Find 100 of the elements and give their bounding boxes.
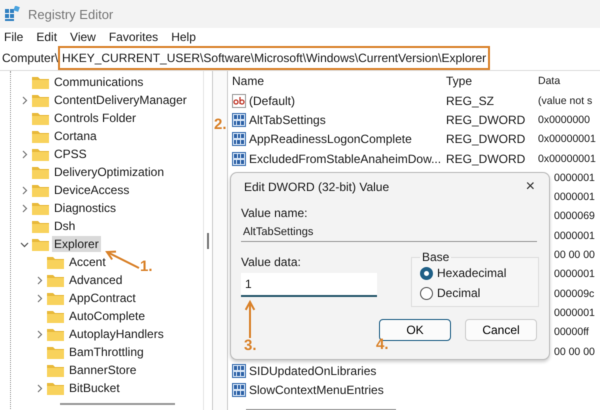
binary-value-icon (232, 132, 246, 146)
tree-item[interactable]: DeliveryOptimization (52, 164, 166, 180)
registry-app-icon (4, 6, 20, 22)
dialog-title: Edit DWORD (32-bit) Value (244, 180, 390, 194)
folder-icon (32, 75, 49, 89)
annotation-arrow (105, 250, 140, 269)
address-path[interactable]: HKEY_CURRENT_USER\Software\Microsoft\Windows\CurrentVersion\Explorer (58, 46, 490, 70)
chevron-right-icon[interactable] (20, 150, 28, 158)
radio-label[interactable]: Decimal (437, 286, 480, 300)
folder-icon (32, 129, 49, 143)
tree-item[interactable]: BamThrottling (67, 344, 146, 360)
folder-icon (47, 309, 64, 323)
window-title: Registry Editor (28, 6, 114, 22)
value-data: 0000001 (554, 306, 595, 319)
chevron-down-icon[interactable] (20, 240, 28, 248)
binary-value-icon (232, 112, 246, 127)
radio-label[interactable]: Hexadecimal (437, 266, 506, 280)
tree-item[interactable]: AppContract (67, 290, 138, 306)
value-data: 00000ff (554, 326, 589, 338)
field-label: Value name: (241, 206, 308, 220)
folder-icon (47, 291, 64, 305)
tree-item[interactable]: AutoComplete (67, 308, 148, 324)
tree-item[interactable]: DeviceAccess (52, 182, 132, 198)
value-type: REG_DWORD (446, 132, 526, 146)
value-data: 0000069 (554, 210, 595, 222)
tree-item[interactable]: Diagnostics (52, 200, 118, 216)
chevron-right-icon[interactable] (20, 96, 28, 104)
folder-icon (32, 147, 49, 161)
menu-item[interactable]: File (4, 30, 24, 44)
folder-icon (47, 327, 64, 341)
value-name[interactable]: ExcludedFromStableAnaheimDow... (249, 152, 442, 166)
value-data: 000009c (554, 288, 594, 300)
value-data: 0000001 (554, 172, 595, 184)
binary-value-icon (232, 383, 246, 398)
value-name[interactable]: SIDUpdatedOnLibraries (249, 364, 376, 378)
value-name[interactable]: AppReadinessLogonComplete (249, 132, 412, 146)
step-number: 3. (244, 337, 257, 354)
folder-icon (32, 165, 49, 179)
string-value-icon (232, 94, 246, 108)
value-data: (value not s (538, 94, 592, 107)
radio-button[interactable] (420, 286, 433, 300)
column-header[interactable]: Name (228, 74, 446, 88)
column-header[interactable]: Type (446, 74, 538, 88)
tree-item[interactable]: Explorer (52, 236, 101, 252)
value-data-field[interactable]: 1 (241, 273, 377, 297)
chevron-right-icon[interactable] (20, 186, 28, 194)
value-name[interactable]: AltTabSettings (249, 112, 326, 127)
value-name[interactable]: SlowContextMenuEntries (249, 383, 384, 398)
scrollbar-thumb[interactable] (207, 233, 209, 249)
menu-item[interactable]: Favorites (108, 30, 158, 44)
chevron-right-icon[interactable] (34, 330, 44, 338)
value-data: 0000001 (554, 268, 595, 280)
tree-item[interactable]: Controls Folder (52, 110, 138, 126)
folder-icon (47, 345, 64, 359)
menu-item[interactable]: Edit (36, 30, 58, 44)
chevron-right-icon[interactable] (34, 276, 44, 284)
tree-item[interactable]: CPSS (52, 146, 89, 162)
column-header[interactable]: Data (538, 75, 560, 87)
folder-icon (32, 219, 49, 233)
tree-item[interactable]: Dsh (52, 218, 78, 234)
value-type: REG_DWORD (446, 152, 526, 166)
folder-icon (47, 273, 64, 287)
menu-item[interactable]: Help (171, 30, 196, 44)
folder-icon (32, 93, 49, 107)
value-data: 0000001 (554, 230, 595, 242)
binary-value-icon (232, 364, 246, 378)
tree-item[interactable]: ContentDeliveryManager (52, 92, 189, 108)
tree-item[interactable]: Communications (52, 74, 146, 90)
value-name-field[interactable]: AltTabSettings (241, 223, 537, 242)
tree-item[interactable]: AutoplayHandlers (67, 326, 166, 342)
value-data: 0x0000000 (538, 114, 590, 126)
annotation-arrow (244, 300, 256, 338)
chevron-right-icon[interactable] (34, 384, 44, 392)
cancel-button[interactable]: Cancel (465, 319, 537, 341)
scrollbar-thumb[interactable] (60, 403, 175, 405)
step-number: 2. (214, 116, 227, 133)
folder-icon (32, 201, 49, 215)
tree-item[interactable]: BitBucket (67, 380, 122, 396)
folder-icon (47, 363, 64, 377)
value-data: 00 00 00 (554, 346, 595, 358)
tree-item[interactable]: BannerStore (67, 362, 138, 378)
chevron-right-icon[interactable] (20, 204, 28, 212)
radio-button[interactable] (420, 266, 433, 280)
folder-icon (32, 111, 49, 125)
address-prefix: Computer\ (1, 51, 58, 65)
chevron-right-icon[interactable] (34, 294, 44, 302)
folder-icon (32, 183, 49, 197)
tree-item[interactable]: Cortana (52, 128, 99, 144)
value-data: 0x00000001 (538, 152, 596, 165)
value-name[interactable]: (Default) (249, 94, 296, 108)
tree-item[interactable]: Accent (67, 254, 108, 270)
tree-item[interactable]: Advanced (67, 272, 124, 288)
field-label: Value data: (241, 255, 302, 269)
value-data: 0x00000001 (538, 133, 596, 146)
value-data: 00 00 00 (554, 249, 595, 262)
folder-icon (47, 255, 64, 269)
menu-item[interactable]: View (70, 30, 96, 44)
close-button[interactable]: × (526, 178, 539, 196)
binary-value-icon (232, 152, 246, 166)
value-type: REG_SZ (446, 94, 496, 108)
